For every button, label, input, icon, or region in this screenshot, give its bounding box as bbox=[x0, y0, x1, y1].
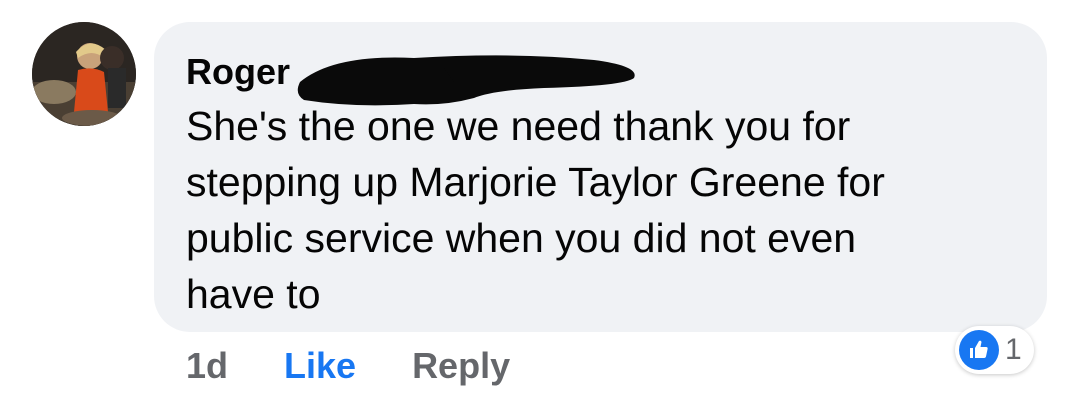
user-avatar[interactable] bbox=[32, 22, 136, 126]
reaction-count: 1 bbox=[1005, 333, 1022, 366]
reply-button[interactable]: Reply bbox=[412, 345, 510, 387]
comment-timestamp[interactable]: 1d bbox=[186, 345, 228, 387]
avatar-photo-icon bbox=[32, 22, 136, 126]
comment-bubble: Roger She's the one we need thank you fo… bbox=[154, 22, 1047, 332]
comment-text: She's the one we need thank you for step… bbox=[186, 103, 885, 317]
comment: Roger She's the one we need thank you fo… bbox=[0, 0, 1080, 402]
author-name[interactable]: Roger bbox=[186, 51, 290, 92]
reaction-summary[interactable]: 1 bbox=[955, 326, 1034, 374]
thumbs-up-icon bbox=[959, 330, 999, 370]
author-row: Roger bbox=[186, 46, 1015, 106]
redaction-scribble-icon bbox=[297, 55, 635, 106]
comment-actions: 1d Like Reply bbox=[186, 342, 510, 390]
like-button[interactable]: Like bbox=[284, 345, 356, 387]
